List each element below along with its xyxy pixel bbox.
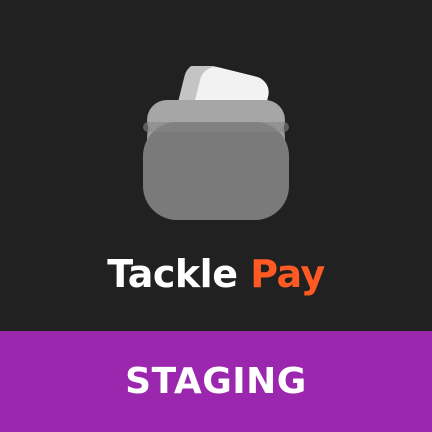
brand-name-primary: Tackle xyxy=(107,252,238,296)
environment-banner: STAGING xyxy=(0,331,432,432)
environment-label: STAGING xyxy=(125,360,307,402)
wallet-icon xyxy=(141,66,291,222)
app-icon: Tackle Pay STAGING xyxy=(0,0,432,432)
brand-wordmark: Tackle Pay xyxy=(0,246,432,302)
brand-name-accent: Pay xyxy=(250,252,325,296)
